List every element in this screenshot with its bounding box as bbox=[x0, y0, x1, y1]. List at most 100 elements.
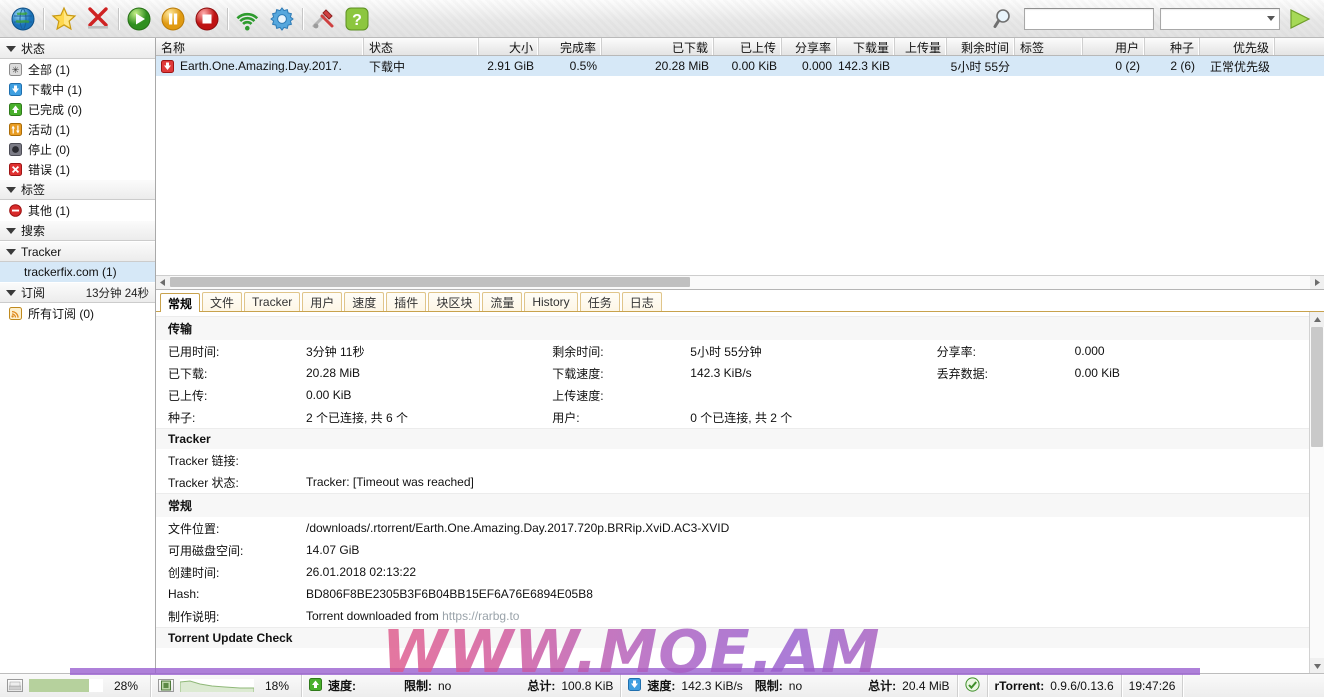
sidebar-item-trackerfix[interactable]: trackerfix.com (1) bbox=[0, 262, 155, 282]
remove-icon[interactable] bbox=[81, 2, 115, 36]
details-section-title: 传输 bbox=[156, 316, 1309, 340]
star-icon[interactable] bbox=[47, 2, 81, 36]
sidebar-item-label: 下载中 (1) bbox=[28, 82, 83, 97]
help-icon[interactable]: ? bbox=[340, 2, 374, 36]
column-header-eta[interactable]: 剩余时间 bbox=[947, 38, 1015, 55]
column-header-done[interactable]: 完成率 bbox=[539, 38, 602, 55]
tab-4[interactable]: 速度 bbox=[344, 292, 385, 311]
tab-7[interactable]: 流量 bbox=[482, 292, 523, 311]
stop-icon[interactable] bbox=[190, 2, 224, 36]
vscroll-track[interactable] bbox=[1310, 327, 1324, 658]
toolbar-separator bbox=[118, 7, 119, 30]
tab-1[interactable]: 文件 bbox=[202, 292, 243, 311]
tab-10[interactable]: 日志 bbox=[621, 292, 662, 311]
column-header-ratio[interactable]: 分享率 bbox=[782, 38, 837, 55]
sidebar-group-labels[interactable]: 标签 bbox=[0, 179, 155, 200]
label-other-icon bbox=[8, 203, 22, 217]
tab-8[interactable]: History bbox=[524, 292, 578, 311]
hscroll-thumb[interactable] bbox=[170, 277, 690, 287]
tab-2[interactable]: Tracker bbox=[244, 292, 301, 311]
client-version-cell: rTorrent: 0.9.6/0.13.6 bbox=[988, 673, 1122, 697]
sidebar-item-all-feeds[interactable]: 所有订阅 (0) bbox=[0, 303, 155, 323]
sidebar-item-label-other[interactable]: 其他 (1) bbox=[0, 200, 155, 220]
hscroll-track[interactable] bbox=[170, 276, 1310, 289]
sidebar-item-active[interactable]: 活动 (1) bbox=[0, 119, 155, 139]
sidebar-group-search[interactable]: 搜索 bbox=[0, 220, 155, 241]
disk-usage-cell: 28% bbox=[0, 673, 151, 697]
details-field-value: 142.3 KiB/s bbox=[690, 366, 752, 380]
search-engine-select[interactable] bbox=[1160, 7, 1280, 30]
details-field-value: 2 个已连接, 共 6 个 bbox=[306, 410, 409, 425]
scroll-up-icon[interactable] bbox=[1310, 312, 1324, 327]
scroll-down-icon[interactable] bbox=[1310, 658, 1324, 673]
scroll-left-icon[interactable] bbox=[156, 276, 170, 289]
column-header-size[interactable]: 大小 bbox=[479, 38, 539, 55]
table-row[interactable]: Earth.One.Amazing.Day.2017. 下载中 2.91 GiB 0.… bbox=[156, 56, 1324, 76]
rss-feed-icon bbox=[8, 306, 22, 320]
search-input[interactable] bbox=[1024, 7, 1154, 30]
tab-3[interactable]: 用户 bbox=[302, 292, 343, 311]
tab-9[interactable]: 任务 bbox=[579, 292, 620, 311]
sidebar-group-tracker[interactable]: Tracker bbox=[0, 241, 155, 262]
tab-6[interactable]: 块区块 bbox=[428, 292, 481, 311]
completed-icon bbox=[8, 102, 22, 116]
cell-ratio: 0.000 bbox=[801, 59, 832, 73]
tools-icon[interactable] bbox=[306, 2, 340, 36]
column-header-up_total[interactable]: 上传量 bbox=[895, 38, 947, 55]
scroll-right-icon[interactable] bbox=[1310, 276, 1324, 289]
column-header-seeds[interactable]: 种子 bbox=[1145, 38, 1200, 55]
torrent-list-header[interactable]: 名称 状态 大小 完成率 已下载 已上传 分享率 下载量 上传量 剩余时间 标签 用户 种子 优先级 bbox=[156, 38, 1324, 56]
cpu-icon bbox=[158, 679, 174, 692]
details-row: Tracker 链接: bbox=[156, 449, 1309, 471]
pause-icon[interactable] bbox=[156, 2, 190, 36]
column-header-uploaded[interactable]: 已上传 bbox=[714, 38, 782, 55]
details-field-label: 上传速度: bbox=[552, 388, 604, 403]
details-field-value: 20.28 MiB bbox=[306, 366, 361, 380]
sidebar-item-label: 其他 (1) bbox=[28, 203, 71, 218]
details-tabs[interactable]: 常规 文件 Tracker 用户 速度 插件 块区块 流量 History 任务 日志 bbox=[156, 290, 1324, 312]
cpu-usage-cell: 18% bbox=[151, 673, 302, 697]
sidebar-item-downloading[interactable]: 下载中 (1) bbox=[0, 79, 155, 99]
sidebar-group-status[interactable]: 状态 bbox=[0, 38, 155, 59]
column-header-peers[interactable]: 用户 bbox=[1083, 38, 1145, 55]
details-field-value: BD806F8BE2305B3F6B04BB15EF6A76E6894E05B8 bbox=[306, 587, 593, 601]
globe-icon[interactable] bbox=[6, 2, 40, 36]
toolbar-separator bbox=[227, 7, 228, 30]
start-icon[interactable] bbox=[122, 2, 156, 36]
sidebar-item-all[interactable]: ✳ 全部 (1) bbox=[0, 59, 155, 79]
upload-total-value: 100.8 KiB bbox=[561, 678, 614, 693]
comment-link[interactable]: https://rarbg.to bbox=[442, 609, 519, 623]
torrent-list-rows[interactable]: Earth.One.Amazing.Day.2017. 下载中 2.91 GiB 0.… bbox=[156, 56, 1324, 275]
column-header-status[interactable]: 状态 bbox=[364, 38, 479, 55]
cell-priority: 正常优先级 bbox=[1209, 59, 1270, 74]
details-row: 文件位置: /downloads/.rtorrent/Earth.One.Amaz… bbox=[156, 517, 1309, 539]
details-vscrollbar[interactable] bbox=[1309, 312, 1324, 673]
column-header-downloaded[interactable]: 已下载 bbox=[602, 38, 714, 55]
sidebar-group-feeds[interactable]: 订阅 13分钟 24秒 bbox=[0, 282, 155, 303]
search-icon[interactable] bbox=[992, 6, 1018, 32]
details-field-value: 0.00 KiB bbox=[306, 388, 352, 402]
connection-status-cell bbox=[958, 673, 988, 697]
rss-icon[interactable] bbox=[231, 2, 265, 36]
details-field-label: 已用时间: bbox=[168, 344, 220, 359]
sidebar-item-error[interactable]: 错误 (1) bbox=[0, 159, 155, 179]
column-header-down_total[interactable]: 下载量 bbox=[837, 38, 895, 55]
tab-0[interactable]: 常规 bbox=[160, 293, 201, 312]
search-go-button[interactable] bbox=[1286, 5, 1314, 33]
column-header-priority[interactable]: 优先级 bbox=[1200, 38, 1275, 55]
column-header-label[interactable]: 标签 bbox=[1015, 38, 1083, 55]
downloading-row-icon bbox=[161, 59, 174, 73]
vscroll-thumb[interactable] bbox=[1311, 327, 1323, 447]
svg-text:✳: ✳ bbox=[11, 65, 19, 75]
disk-gauge bbox=[29, 679, 103, 692]
status-spacer bbox=[1183, 674, 1197, 697]
torrent-list-hscrollbar[interactable] bbox=[156, 275, 1324, 289]
settings-gear-icon[interactable] bbox=[265, 2, 299, 36]
tab-5[interactable]: 插件 bbox=[386, 292, 427, 311]
sidebar-item-completed[interactable]: 已完成 (0) bbox=[0, 99, 155, 119]
column-header-name[interactable]: 名称 bbox=[156, 38, 364, 55]
details-field-label: 下载速度: bbox=[552, 366, 604, 381]
sidebar-item-stopped[interactable]: 停止 (0) bbox=[0, 139, 155, 159]
sidebar-group-label: 状态 bbox=[21, 42, 46, 56]
details-row: 制作说明: Torrent downloaded from https://rar… bbox=[156, 605, 1309, 627]
